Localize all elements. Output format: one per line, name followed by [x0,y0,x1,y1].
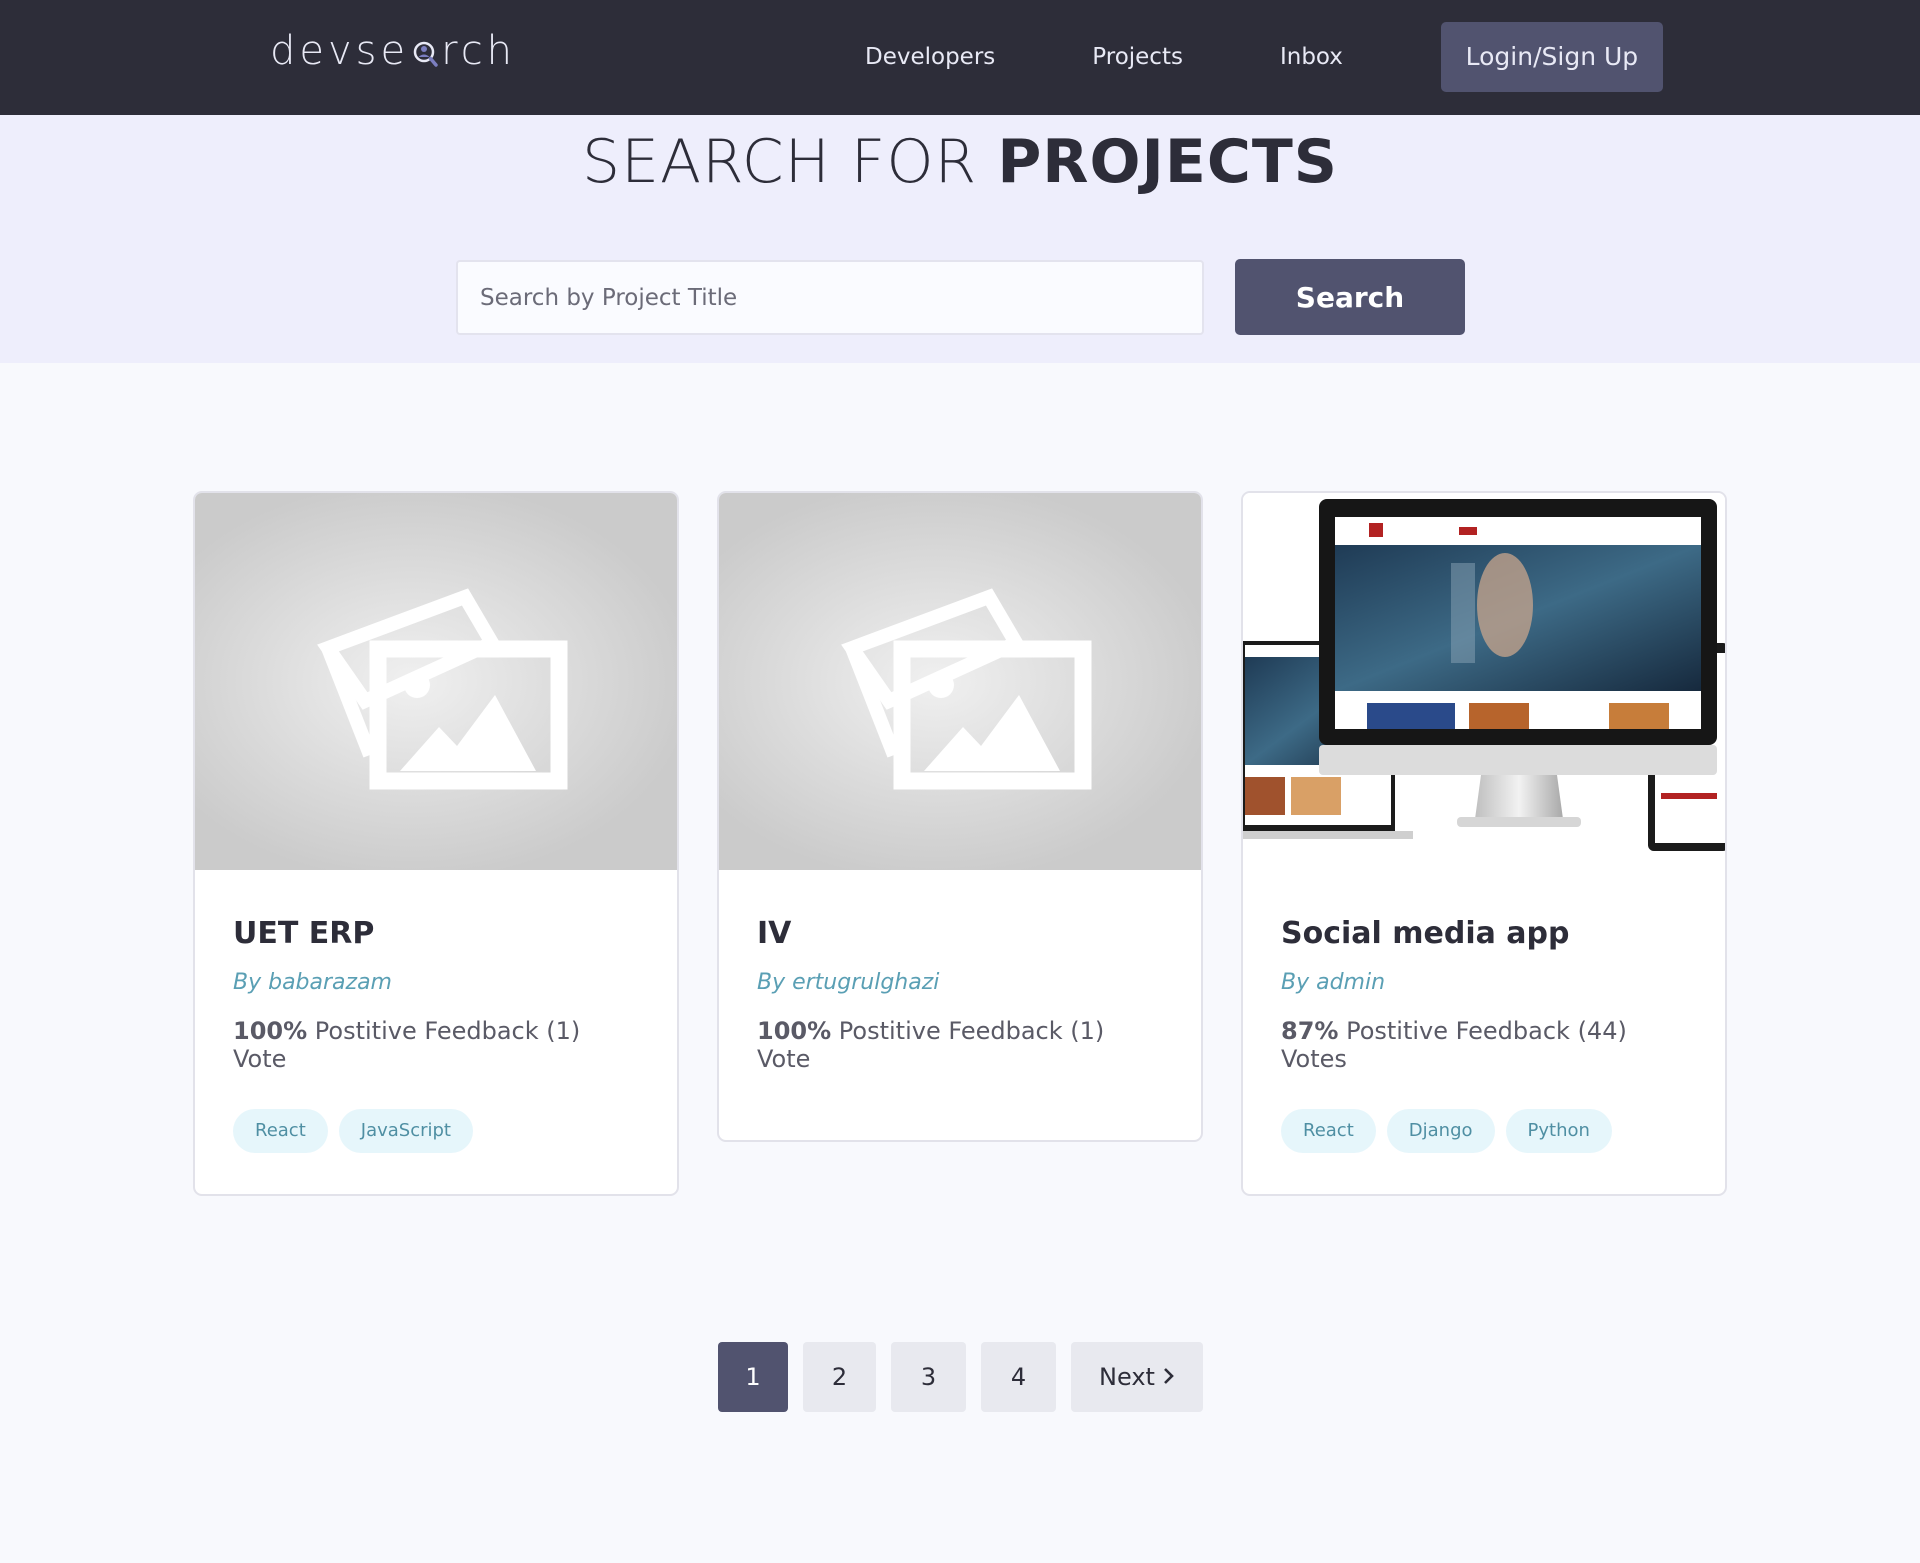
project-title[interactable]: Social media app [1281,916,1687,951]
chevron-right-icon [1163,1363,1175,1391]
project-author[interactable]: By admin [1281,970,1687,995]
logo-text-right: rch [441,28,517,74]
placeholder-image [719,493,1201,870]
card-body: UET ERP By babarazam 100% Postitive Feed… [195,916,677,1153]
project-card[interactable]: IV By ertugrulghazi 100% Postitive Feedb… [717,491,1203,1142]
project-title[interactable]: UET ERP [233,916,639,951]
project-title[interactable]: IV [757,916,1163,951]
tag[interactable]: JavaScript [338,1109,473,1153]
card-body: IV By ertugrulghazi 100% Postitive Feedb… [719,916,1201,1073]
search-input[interactable] [456,260,1204,335]
project-author[interactable]: By babarazam [233,970,639,995]
tag[interactable]: Django [1386,1109,1495,1153]
search-button[interactable]: Search [1235,259,1465,335]
page-2-button[interactable]: 2 [803,1342,876,1412]
page-3-button[interactable]: 3 [891,1342,966,1412]
next-label: Next [1099,1363,1155,1391]
page-title: SEARCH FOR PROJECTS [0,127,1920,197]
devsearch-logo[interactable]: devse rch [270,28,516,74]
search-hero: SEARCH FOR PROJECTS Search [0,115,1920,363]
project-votes: 100% Postitive Feedback (1) Vote [233,1017,639,1073]
login-signup-button[interactable]: Login/Sign Up [1440,22,1663,92]
tag[interactable]: React [233,1109,328,1153]
card-body: Social media app By admin 87% Postitive … [1243,916,1725,1153]
devices-mockup-image [1243,493,1725,870]
page-1-button[interactable]: 1 [718,1342,788,1412]
tag-list: React JavaScript [233,1109,639,1153]
project-author[interactable]: By ertugrulghazi [757,970,1163,995]
placeholder-image [195,493,677,870]
project-votes: 87% Postitive Feedback (44) Votes [1281,1017,1687,1073]
project-card[interactable]: UET ERP By babarazam 100% Postitive Feed… [193,491,679,1196]
top-navbar: devse rch Developers Projects Inbox Logi… [0,0,1920,115]
nav-developers[interactable]: Developers [865,23,995,91]
vote-percent: 87% [1281,1017,1339,1045]
tag-list: React Django Python [1281,1109,1687,1153]
logo-text-left: devse [270,28,410,74]
nav-inbox[interactable]: Inbox [1280,23,1343,91]
tag[interactable]: Python [1505,1109,1612,1153]
main-nav: Developers Projects Inbox Login/Sign Up [865,22,1760,92]
page-4-button[interactable]: 4 [981,1342,1056,1412]
project-votes: 100% Postitive Feedback (1) Vote [757,1017,1163,1073]
vote-percent: 100% [757,1017,832,1045]
title-bold: PROJECTS [997,127,1338,197]
title-light: SEARCH FOR [581,127,978,197]
pagination: 1 2 3 4 Next [718,1342,1203,1412]
project-card[interactable]: Social media app By admin 87% Postitive … [1241,491,1727,1196]
nav-projects[interactable]: Projects [1092,23,1183,91]
vote-percent: 100% [233,1017,308,1045]
next-page-button[interactable]: Next [1071,1342,1203,1412]
tag[interactable]: React [1281,1109,1376,1153]
magnifier-user-icon [412,34,438,68]
